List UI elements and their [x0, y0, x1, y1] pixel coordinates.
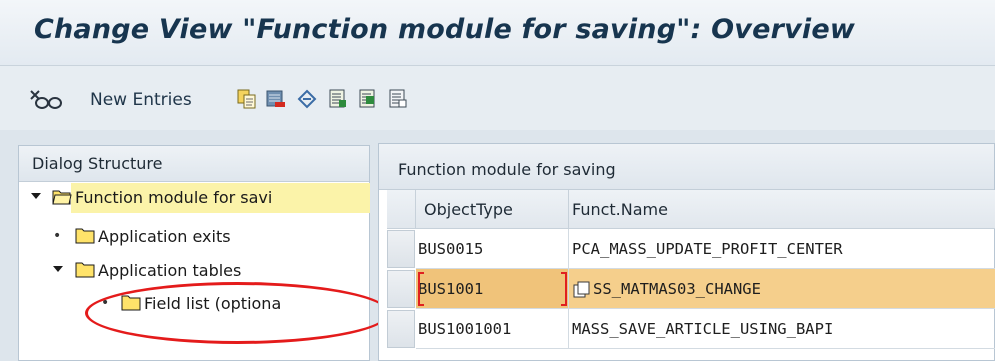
folder-icon — [75, 262, 95, 278]
cursor-focus-brackets — [418, 272, 567, 306]
folder-icon — [75, 228, 95, 244]
annotation-ellipse — [85, 282, 390, 344]
table-cell-funct-name[interactable]: PCA_MASS_UPDATE_PROFIT_CENTER — [569, 229, 995, 269]
new-entries-button[interactable]: New Entries — [90, 90, 192, 110]
table-cell-objecttype[interactable]: BUS1001 — [416, 269, 569, 309]
table-cell-funct-name[interactable]: MASS_SAVE_ARTICLE_USING_BAPI — [569, 309, 995, 349]
expand-arrow-icon[interactable] — [52, 263, 64, 275]
tree-node-application-tables[interactable]: Application tables — [19, 256, 370, 286]
table-cell-funct-name[interactable]: SS_MATMAS03_CHANGE — [569, 269, 995, 309]
table-title: Function module for saving — [398, 160, 616, 179]
column-header-objecttype[interactable]: ObjectType — [416, 190, 569, 229]
tree-node-label: Application tables — [98, 261, 242, 280]
row-selector[interactable] — [387, 270, 415, 308]
tree-node-application-exits[interactable]: • Application exits — [19, 222, 370, 252]
folder-open-icon — [52, 190, 72, 205]
table-cell-objecttype[interactable]: BUS1001001 — [416, 309, 569, 349]
table-title-bar: Function module for saving — [379, 144, 994, 190]
select-all-icon[interactable] — [328, 89, 348, 109]
display-change-icon[interactable] — [28, 88, 64, 112]
tree-bullet: • — [53, 228, 62, 244]
page-title: Change View "Function module for saving"… — [34, 14, 856, 45]
deselect-all-icon[interactable] — [388, 89, 408, 109]
dialog-structure-title: Dialog Structure — [32, 154, 163, 173]
title-bar: Change View "Function module for saving"… — [0, 0, 995, 66]
tree-row-function-module: Function module for savi — [19, 183, 370, 213]
column-header-funct-name[interactable]: Funct.Name — [569, 190, 995, 229]
table-panel: Function module for saving ObjectType Fu… — [378, 143, 995, 361]
expand-arrow-icon[interactable] — [30, 190, 42, 202]
dialog-structure-header: Dialog Structure — [19, 146, 369, 182]
select-block-icon[interactable] — [358, 89, 378, 109]
row-selector[interactable] — [387, 230, 415, 268]
row-selector[interactable] — [387, 310, 415, 348]
tree-node-label: Application exits — [98, 227, 231, 246]
undo-icon[interactable] — [297, 89, 317, 109]
delete-icon[interactable] — [266, 89, 286, 109]
copy-tooltip-icon[interactable] — [573, 281, 591, 298]
table-cell-objecttype[interactable]: BUS0015 — [416, 229, 569, 269]
tree-node-label: Function module for savi — [75, 188, 273, 207]
select-all-column-header[interactable] — [387, 190, 416, 229]
copy-icon[interactable] — [237, 89, 257, 109]
application-toolbar: New Entries — [0, 66, 995, 130]
